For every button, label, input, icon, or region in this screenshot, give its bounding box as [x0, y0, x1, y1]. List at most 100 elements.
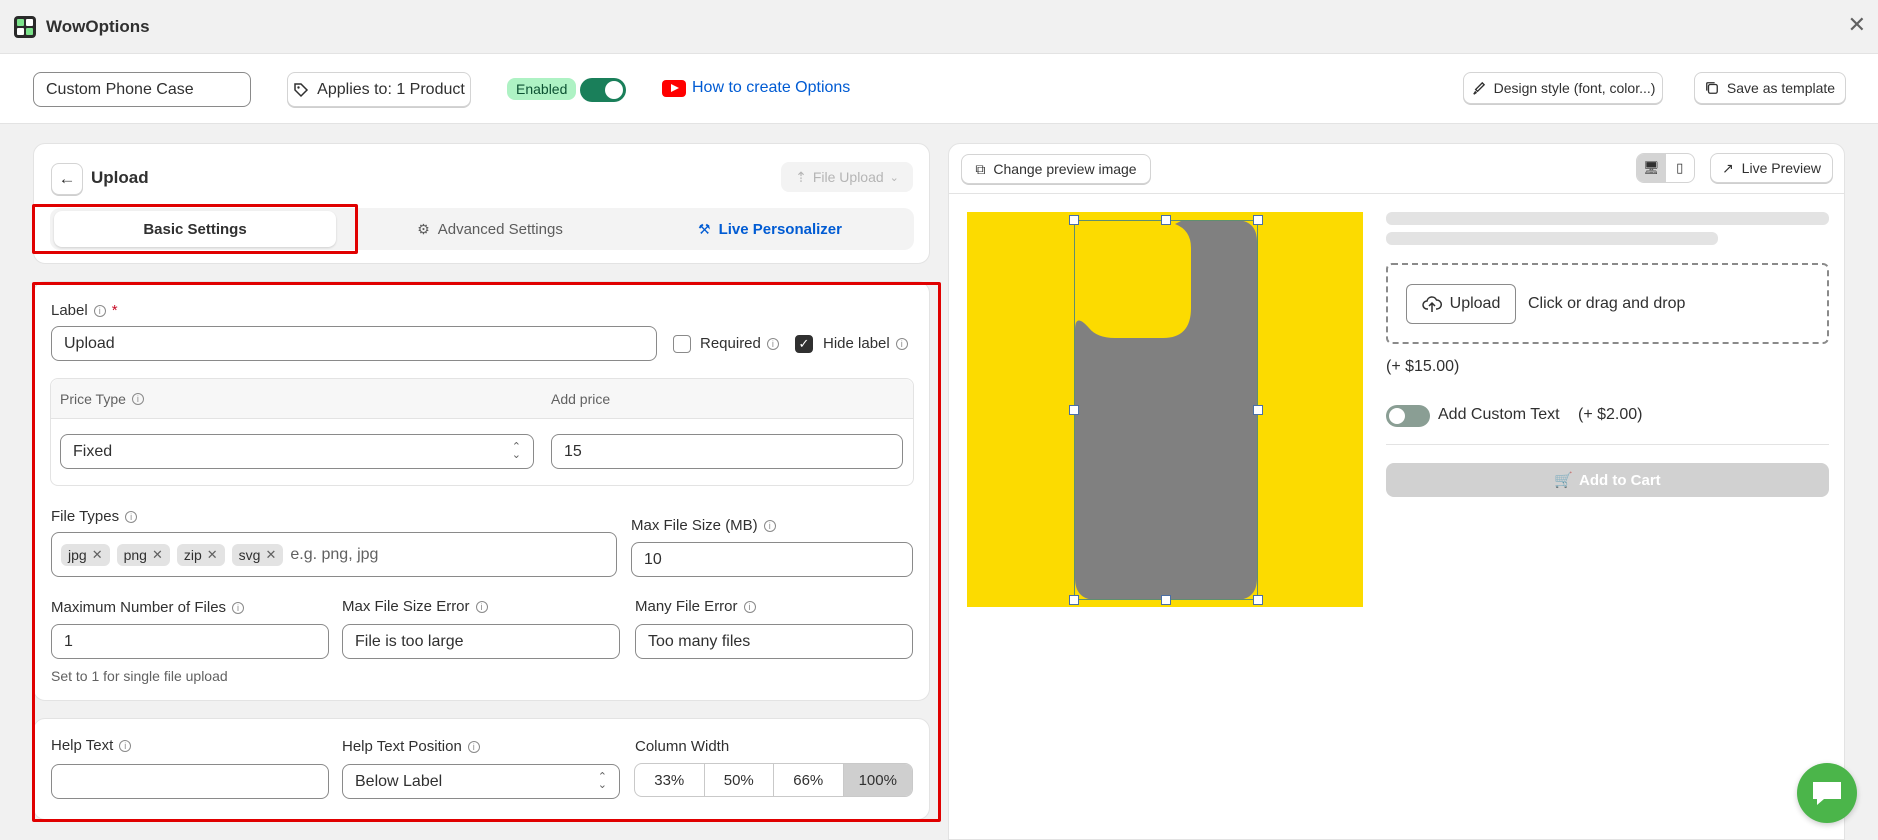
- change-preview-image-button[interactable]: ⧉ Change preview image: [961, 154, 1151, 184]
- selection-frame[interactable]: [1074, 220, 1258, 600]
- width-option-100[interactable]: 100%: [843, 764, 912, 796]
- option-type-select[interactable]: ⇡ File Upload ⌄: [781, 162, 913, 192]
- upload-dropzone[interactable]: Upload Click or drag and drop: [1386, 263, 1829, 344]
- width-option-66[interactable]: 66%: [774, 764, 844, 796]
- hide-label-checkbox[interactable]: ✓: [795, 335, 813, 353]
- price-input[interactable]: 15: [551, 434, 903, 469]
- how-to-link[interactable]: How to create Options: [692, 79, 850, 97]
- image-swap-icon: ⧉: [975, 160, 986, 177]
- upload-icon: ⇡: [795, 168, 807, 185]
- resize-handle[interactable]: [1069, 215, 1079, 225]
- info-icon: i: [467, 740, 480, 753]
- many-error-input[interactable]: Too many files: [635, 624, 913, 659]
- required-label: Required i: [700, 335, 779, 352]
- file-types-input[interactable]: jpg ✕ png ✕ zip ✕ svg ✕ e.g. png, jpg: [51, 532, 617, 577]
- help-text-card: Help Text i Help Text Position i Below Lab…: [33, 718, 930, 820]
- title-bar: WowOptions ✕: [0, 0, 1878, 54]
- width-option-50[interactable]: 50%: [705, 764, 774, 796]
- cart-icon: 🛒: [1554, 472, 1573, 489]
- top-toolbar: Custom Phone Case Applies to: 1 Product …: [0, 54, 1878, 124]
- hide-label-label: Hide label i: [823, 335, 908, 352]
- youtube-icon: [662, 80, 686, 97]
- file-types-label: File Types i: [51, 508, 138, 525]
- tab-label: Live Personalizer: [718, 220, 842, 238]
- chat-icon: [1813, 782, 1841, 805]
- select-arrows-icon: ⌃ ⌄: [597, 771, 607, 791]
- column-width-label: Column Width: [635, 738, 730, 755]
- resize-handle[interactable]: [1253, 405, 1263, 415]
- info-icon: i: [766, 337, 779, 350]
- help-position-label: Help Text Position i: [342, 738, 480, 755]
- help-text-input[interactable]: [51, 764, 329, 799]
- file-type-chip: svg ✕: [231, 543, 284, 566]
- help-position-select[interactable]: Below Label ⌃ ⌄: [342, 764, 620, 799]
- preview-header: ⧉ Change preview image 🖥 ▯ ↗ Live Previe…: [949, 144, 1844, 194]
- max-size-input[interactable]: 10: [631, 542, 913, 577]
- applies-to-button[interactable]: Applies to: 1 Product: [287, 72, 471, 107]
- file-type-chip: png ✕: [116, 543, 170, 566]
- resize-handle[interactable]: [1069, 405, 1079, 415]
- resize-handle[interactable]: [1253, 215, 1263, 225]
- info-icon: i: [475, 600, 488, 613]
- drop-text: Click or drag and drop: [1528, 295, 1686, 312]
- label-field-label: Label i *: [51, 302, 118, 319]
- max-files-input[interactable]: 1: [51, 624, 329, 659]
- enabled-toggle[interactable]: [580, 78, 626, 102]
- resize-handle[interactable]: [1069, 595, 1079, 605]
- label-input[interactable]: Upload: [51, 326, 657, 361]
- preview-canvas[interactable]: [967, 212, 1363, 607]
- info-icon: i: [119, 739, 132, 752]
- max-files-hint: Set to 1 for single file upload: [51, 668, 228, 684]
- skeleton-line: [1386, 212, 1829, 225]
- option-type-label: File Upload: [812, 169, 884, 185]
- upload-price: (+ $15.00): [1386, 358, 1460, 375]
- skeleton-line: [1386, 232, 1718, 245]
- info-icon: i: [743, 600, 756, 613]
- copy-icon: [1706, 82, 1718, 94]
- design-style-label: Design style (font, color...): [1493, 80, 1656, 96]
- upload-button[interactable]: Upload: [1406, 284, 1516, 324]
- resize-handle[interactable]: [1161, 595, 1171, 605]
- required-checkbox[interactable]: [673, 335, 691, 353]
- size-error-label: Max File Size Error i: [342, 598, 488, 615]
- live-preview-button[interactable]: ↗ Live Preview: [1710, 153, 1833, 183]
- app-title: WowOptions: [46, 17, 150, 36]
- tab-label: Advanced Settings: [437, 220, 563, 238]
- tab-basic-settings[interactable]: Basic Settings: [54, 211, 336, 247]
- divider: [1386, 444, 1829, 445]
- brush-icon: [1472, 81, 1485, 95]
- resize-handle[interactable]: [1253, 595, 1263, 605]
- back-button[interactable]: ←: [51, 163, 83, 195]
- save-template-button[interactable]: Save as template: [1694, 72, 1846, 104]
- tab-advanced-settings[interactable]: ⚙ Advanced Settings: [370, 211, 610, 247]
- help-position-value: Below Label: [355, 772, 443, 790]
- option-name-input[interactable]: Custom Phone Case: [33, 72, 251, 107]
- tab-live-personalizer[interactable]: ⚒ Live Personalizer: [650, 211, 890, 247]
- status-badge: Enabled: [507, 78, 577, 100]
- remove-icon[interactable]: ✕: [152, 547, 163, 563]
- info-icon: i: [763, 519, 776, 532]
- remove-icon[interactable]: ✕: [207, 547, 218, 563]
- gear-icon: ⚙: [417, 220, 430, 237]
- custom-text-toggle[interactable]: [1386, 405, 1430, 427]
- resize-handle[interactable]: [1161, 215, 1171, 225]
- add-price-header: Add price: [551, 391, 611, 407]
- chevron-down-icon: ⌄: [889, 171, 899, 184]
- remove-icon[interactable]: ✕: [92, 547, 103, 563]
- device-toggle: 🖥 ▯: [1636, 153, 1695, 183]
- mobile-icon[interactable]: ▯: [1666, 154, 1695, 182]
- info-icon: i: [895, 337, 908, 350]
- select-arrows-icon: ⌃ ⌄: [511, 441, 521, 461]
- size-error-input[interactable]: File is too large: [342, 624, 620, 659]
- custom-text-price: (+ $2.00): [1578, 406, 1643, 423]
- desktop-icon[interactable]: 🖥: [1637, 154, 1666, 182]
- design-style-button[interactable]: Design style (font, color...): [1463, 72, 1663, 104]
- width-option-33[interactable]: 33%: [635, 764, 705, 796]
- preview-card: ⧉ Change preview image 🖥 ▯ ↗ Live Previe…: [948, 143, 1845, 840]
- price-type-select[interactable]: Fixed ⌃ ⌄: [60, 434, 534, 469]
- remove-icon[interactable]: ✕: [265, 547, 276, 563]
- add-to-cart-button[interactable]: 🛒 Add to Cart: [1386, 463, 1829, 497]
- chat-button[interactable]: [1797, 763, 1857, 823]
- close-icon[interactable]: ✕: [1848, 14, 1866, 36]
- upload-button-label: Upload: [1449, 295, 1501, 312]
